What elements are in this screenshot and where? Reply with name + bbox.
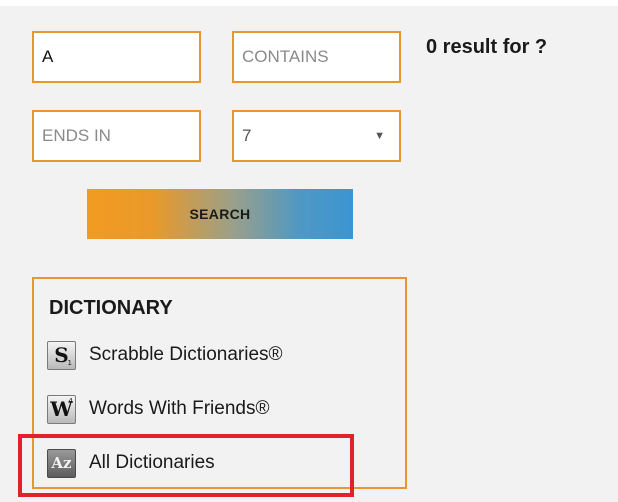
dictionary-title: DICTIONARY (49, 297, 173, 319)
dictionary-item-words-with-friends[interactable]: W 4 Words With Friends® (47, 394, 269, 424)
dictionary-item-scrabble[interactable]: S 1 Scrabble Dictionaries® (47, 340, 283, 370)
word-length-value: 7 (242, 126, 252, 145)
dictionary-item-label: Words With Friends® (89, 398, 270, 419)
dictionary-item-label: Scrabble Dictionaries® (89, 344, 283, 365)
selection-highlight (18, 434, 354, 497)
scrabble-tile-icon: S 1 (47, 340, 76, 370)
contains-field[interactable] (232, 31, 401, 83)
result-count-text: 0 result for ? (426, 36, 548, 58)
word-length-select[interactable]: 7 ▼ (232, 110, 401, 162)
words-with-friends-tile-icon: W 4 (47, 394, 76, 424)
ends-in-input[interactable] (42, 126, 199, 146)
dropdown-arrow-icon: ▼ (374, 130, 385, 142)
pattern-input[interactable] (42, 47, 199, 67)
search-button[interactable]: SEARCH (87, 189, 353, 239)
ends-in-field[interactable] (32, 110, 201, 162)
pattern-field[interactable] (32, 31, 201, 83)
contains-input[interactable] (242, 47, 399, 67)
